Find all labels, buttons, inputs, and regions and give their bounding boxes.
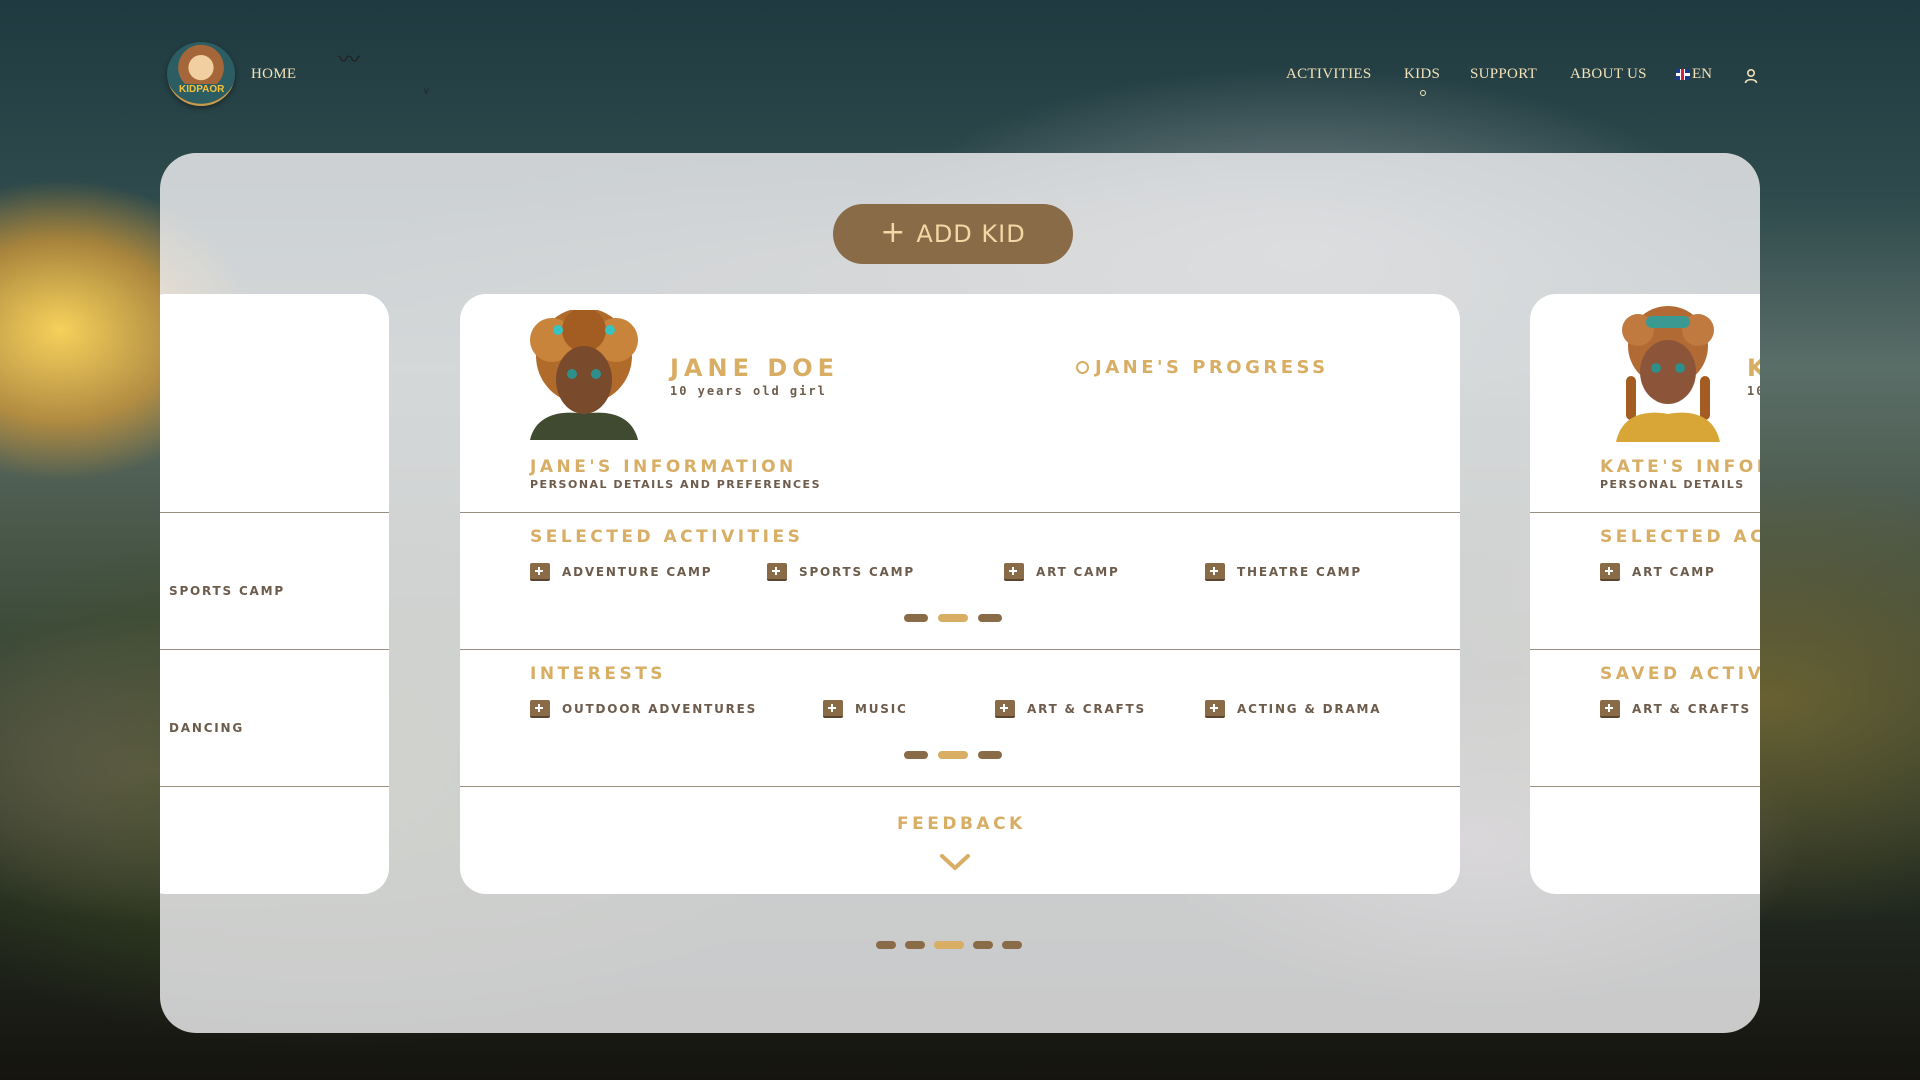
pager-dot[interactable]	[978, 614, 1002, 622]
add-square-icon	[1600, 563, 1620, 581]
chevron-down-icon[interactable]	[938, 852, 972, 872]
saved-label: ART & CRAFTS	[1632, 702, 1751, 716]
add-square-icon	[767, 563, 787, 581]
kid-avatar	[522, 310, 646, 440]
pager-dot-active[interactable]	[938, 751, 968, 759]
section-divider	[460, 649, 1460, 650]
add-square-icon	[823, 700, 843, 718]
plus-icon: +	[880, 214, 907, 250]
interests-pager	[904, 751, 1002, 759]
progress-label: JANE'S PROGRESS	[1095, 357, 1329, 378]
carousel-dot[interactable]	[1002, 941, 1022, 949]
nav-about[interactable]: ABOUT US	[1570, 66, 1647, 83]
activities-title: SELECTED ACTIVITIES	[530, 527, 804, 547]
kid-age: 10	[1747, 384, 1760, 398]
activity-label: ADVENTURE CAMP	[562, 565, 713, 579]
language-label: EN	[1692, 66, 1712, 82]
activity-label: THEATRE CAMP	[1237, 565, 1363, 579]
activities-title: SELECTED ACT	[1600, 527, 1760, 547]
section-divider	[1530, 649, 1760, 650]
interest-label: MUSIC	[855, 702, 908, 716]
pager-dot[interactable]	[904, 751, 928, 759]
kid-age: 10 years old girl	[670, 384, 827, 398]
add-kid-button[interactable]: + ADD KID	[833, 204, 1073, 264]
kids-panel: + ADD KID SPORTS CAMP DANCING JANE DOE 1…	[160, 153, 1760, 1033]
interest-label: ART & CRAFTS	[1027, 702, 1146, 716]
kid-name: K	[1747, 354, 1760, 382]
language-selector[interactable]: EN	[1676, 66, 1712, 83]
info-title[interactable]: JANE'S INFORMATION	[530, 457, 797, 477]
interests-title: INTERESTS	[530, 664, 667, 684]
section-divider	[1530, 786, 1760, 787]
carousel-dot[interactable]	[973, 941, 993, 949]
activity-label: SPORTS CAMP	[799, 565, 915, 579]
nav-activities[interactable]: ACTIVITIES	[1286, 66, 1372, 83]
pager-dot[interactable]	[978, 751, 1002, 759]
activity-tag[interactable]: ART CAMP	[1600, 563, 1716, 581]
interest-tag[interactable]: OUTDOOR ADVENTURES	[530, 700, 757, 718]
add-square-icon	[1205, 563, 1225, 581]
kids-carousel-pager	[876, 941, 1022, 949]
logo[interactable]: KIDPAOR	[167, 42, 235, 106]
kid-avatar	[1606, 306, 1730, 442]
activity-label: ART CAMP	[1036, 565, 1120, 579]
activity-tag[interactable]: SPORTS CAMP	[169, 584, 285, 598]
pager-dot-active[interactable]	[938, 614, 968, 622]
user-icon[interactable]	[1743, 68, 1759, 84]
section-divider	[460, 512, 1460, 513]
interest-tag[interactable]: DANCING	[169, 721, 244, 735]
top-navigation: KIDPAOR HOME ACTIVITIES KIDS SUPPORT ABO…	[0, 0, 1920, 130]
kid-card-previous[interactable]: SPORTS CAMP DANCING	[160, 294, 389, 894]
nav-home[interactable]: HOME	[251, 66, 296, 83]
kid-name: JANE DOE	[670, 354, 840, 382]
carousel-dot-active[interactable]	[934, 941, 964, 949]
add-square-icon	[1600, 700, 1620, 718]
section-divider	[160, 512, 389, 513]
interest-label: ACTING & DRAMA	[1237, 702, 1382, 716]
interest-tag[interactable]: MUSIC	[823, 700, 908, 718]
feedback-title[interactable]: FEEDBACK	[897, 814, 1026, 834]
add-square-icon	[995, 700, 1015, 718]
nav-support[interactable]: SUPPORT	[1470, 66, 1537, 83]
info-title: KATE'S INFOR	[1600, 457, 1760, 477]
saved-tag[interactable]: ART & CRAFTS	[1600, 700, 1751, 718]
activity-label: ART CAMP	[1632, 565, 1716, 579]
activity-tag[interactable]: SPORTS CAMP	[767, 563, 915, 581]
logo-text: KIDPAOR	[179, 84, 225, 95]
pager-dot[interactable]	[904, 614, 928, 622]
add-kid-label: ADD KID	[916, 220, 1026, 248]
section-divider	[460, 786, 1460, 787]
progress-ring-icon	[1076, 361, 1089, 374]
info-subtitle: PERSONAL DETAILS	[1600, 478, 1745, 491]
activity-tag[interactable]: ART CAMP	[1004, 563, 1120, 581]
saved-activities-title: SAVED ACTIVI	[1600, 664, 1760, 684]
kid-card-kate[interactable]: K 10 KATE'S INFOR PERSONAL DETAILS SELEC…	[1530, 294, 1760, 894]
add-square-icon	[530, 700, 550, 718]
interest-tag[interactable]: ART & CRAFTS	[995, 700, 1146, 718]
nav-kids-active-indicator	[1420, 90, 1426, 96]
interest-tag[interactable]: ACTING & DRAMA	[1205, 700, 1381, 718]
add-square-icon	[530, 563, 550, 581]
uk-flag-icon	[1676, 69, 1690, 80]
interest-label: OUTDOOR ADVENTURES	[562, 702, 758, 716]
section-divider	[160, 786, 389, 787]
add-square-icon	[1205, 700, 1225, 718]
info-subtitle: PERSONAL DETAILS AND PREFERENCES	[530, 478, 821, 491]
activity-tag[interactable]: THEATRE CAMP	[1205, 563, 1362, 581]
add-square-icon	[1004, 563, 1024, 581]
carousel-dot[interactable]	[876, 941, 896, 949]
kid-card-jane: JANE DOE 10 years old girl JANE'S PROGRE…	[460, 294, 1460, 894]
carousel-dot[interactable]	[905, 941, 925, 949]
section-divider	[160, 649, 389, 650]
activities-pager	[904, 614, 1002, 622]
progress-link[interactable]: JANE'S PROGRESS	[1076, 357, 1329, 378]
nav-kids[interactable]: KIDS	[1404, 66, 1440, 83]
activity-tag[interactable]: ADVENTURE CAMP	[530, 563, 712, 581]
section-divider	[1530, 512, 1760, 513]
